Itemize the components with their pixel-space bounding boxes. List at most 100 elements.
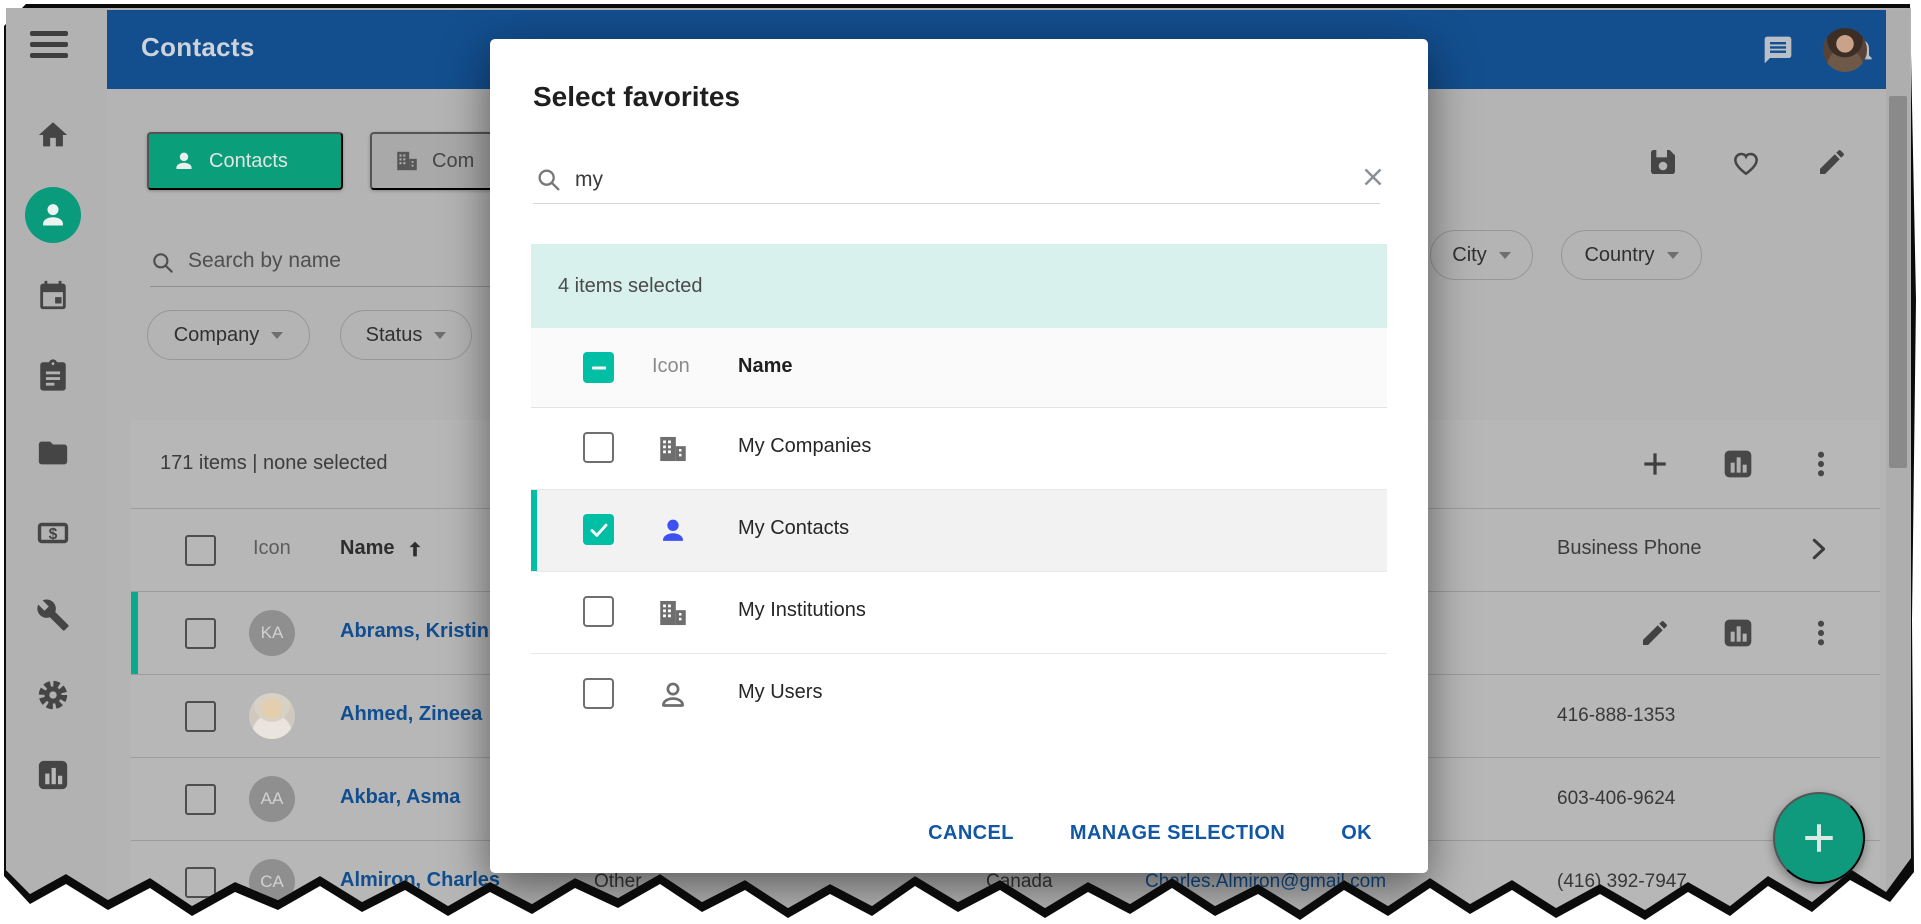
avatar: KA xyxy=(249,610,295,656)
edit-pencil-icon[interactable] xyxy=(1639,617,1671,649)
list-item-my-contacts[interactable]: My Contacts xyxy=(531,490,1387,572)
search-icon xyxy=(535,166,563,194)
column-chart-icon[interactable] xyxy=(1722,617,1754,649)
row-checkbox[interactable] xyxy=(185,784,216,815)
screenshot-page: $ Contacts xyxy=(0,0,1921,924)
add-icon[interactable] xyxy=(1639,448,1671,480)
svg-text:$: $ xyxy=(49,526,58,543)
edit-pencil-icon[interactable] xyxy=(1816,146,1848,178)
company-building-icon xyxy=(656,432,690,466)
row-checkbox[interactable] xyxy=(185,867,216,898)
chevron-right-icon[interactable] xyxy=(1803,534,1835,566)
item-label: My Institutions xyxy=(738,599,866,622)
chevron-down-icon xyxy=(271,332,283,339)
sort-ascending-arrow-icon xyxy=(404,538,426,560)
chevron-down-icon xyxy=(434,332,446,339)
clear-search-icon[interactable] xyxy=(1352,161,1382,191)
chip-label: Company xyxy=(174,324,260,347)
companies-toggle-label: Com xyxy=(432,150,474,173)
manage-selection-button[interactable]: MANAGE SELECTION xyxy=(1064,818,1291,849)
add-contact-fab[interactable] xyxy=(1773,792,1865,884)
cancel-button[interactable]: CANCEL xyxy=(922,818,1020,849)
column-header-name: Name xyxy=(738,355,792,378)
wrench-icon[interactable] xyxy=(36,598,70,632)
more-options-icon[interactable] xyxy=(1805,448,1837,480)
row-checkbox[interactable] xyxy=(185,618,216,649)
column-header-icon: Icon xyxy=(253,537,291,560)
chat-icon[interactable] xyxy=(1762,34,1794,66)
app-window: $ Contacts xyxy=(6,8,1911,920)
clipboard-icon[interactable] xyxy=(36,358,70,392)
contact-name-link[interactable]: Ahmed, Zineea xyxy=(340,703,482,726)
sidebar-item-contacts[interactable] xyxy=(25,187,81,243)
row-checkbox[interactable] xyxy=(185,701,216,732)
select-all-checkbox-indeterminate[interactable] xyxy=(583,352,614,383)
folder-icon[interactable] xyxy=(36,436,70,470)
chevron-down-icon xyxy=(1667,252,1679,259)
contact-name-link[interactable]: Abrams, Kristin xyxy=(340,620,489,643)
favorites-heart-icon[interactable] xyxy=(1730,146,1762,178)
column-header-name[interactable]: Name xyxy=(340,537,426,560)
selection-banner-text: 4 items selected xyxy=(558,275,703,298)
sidebar: $ xyxy=(6,8,107,920)
selection-banner: 4 items selected xyxy=(531,244,1387,328)
item-checkbox[interactable] xyxy=(583,596,614,627)
item-checkbox[interactable] xyxy=(583,678,614,709)
chip-label: Country xyxy=(1584,244,1654,267)
contact-name-link[interactable]: Akbar, Asma xyxy=(340,786,460,809)
indeterminate-dash-icon xyxy=(586,355,612,381)
reports-chart-icon[interactable] xyxy=(36,758,70,792)
filter-chip-city[interactable]: City xyxy=(1430,230,1533,280)
search-by-name-field[interactable] xyxy=(150,240,496,287)
dialog-search-input[interactable] xyxy=(573,167,1317,193)
filter-chip-company[interactable]: Company xyxy=(147,310,310,360)
ok-button[interactable]: OK xyxy=(1335,818,1378,849)
search-input[interactable] xyxy=(186,248,480,274)
contact-person-icon xyxy=(656,514,690,548)
contacts-toggle-label: Contacts xyxy=(209,150,288,173)
chip-label: City xyxy=(1452,244,1486,267)
more-options-icon[interactable] xyxy=(1805,617,1837,649)
favorites-list: Icon Name xyxy=(531,328,1387,735)
column-header-name-label: Name xyxy=(340,537,394,560)
billing-icon[interactable]: $ xyxy=(36,516,70,550)
person-icon xyxy=(171,148,197,174)
institution-building-icon xyxy=(656,596,690,630)
filter-chip-country[interactable]: Country xyxy=(1561,230,1702,280)
user-avatar[interactable] xyxy=(1823,28,1867,72)
item-label: My Companies xyxy=(738,435,871,458)
business-phone-value: (416) 392-7947 xyxy=(1557,871,1687,893)
item-checkbox-checked[interactable] xyxy=(583,514,614,545)
home-icon[interactable] xyxy=(36,118,70,152)
column-header-business-phone[interactable]: Business Phone xyxy=(1557,537,1702,560)
row-selected-indicator xyxy=(131,592,138,674)
list-item-my-users[interactable]: My Users xyxy=(531,654,1387,735)
column-header-phone-label: Business Phone xyxy=(1557,537,1702,560)
dialog-search-field[interactable] xyxy=(533,157,1380,204)
save-view-icon[interactable] xyxy=(1647,146,1679,178)
contacts-toggle-button[interactable]: Contacts xyxy=(147,132,343,190)
vertical-scrollbar[interactable] xyxy=(1886,10,1910,918)
hamburger-menu-icon[interactable] xyxy=(30,31,68,61)
avatar: AA xyxy=(249,776,295,822)
column-chart-icon[interactable] xyxy=(1722,448,1754,480)
calendar-icon[interactable] xyxy=(36,278,70,312)
filter-chip-status[interactable]: Status xyxy=(340,310,472,360)
list-item-my-companies[interactable]: My Companies xyxy=(531,408,1387,490)
select-favorites-dialog: Select favorites 4 items selected xyxy=(490,39,1428,873)
search-icon xyxy=(150,250,176,276)
settings-gear-icon[interactable] xyxy=(36,678,70,712)
item-label: My Contacts xyxy=(738,517,849,540)
favorites-header-row: Icon Name xyxy=(531,328,1387,408)
list-item-my-institutions[interactable]: My Institutions xyxy=(531,572,1387,654)
user-outline-icon xyxy=(656,678,690,712)
company-building-icon xyxy=(394,148,420,174)
chevron-down-icon xyxy=(1499,252,1511,259)
select-all-checkbox[interactable] xyxy=(185,535,216,566)
item-checkbox[interactable] xyxy=(583,432,614,463)
item-label: My Users xyxy=(738,681,822,704)
scrollbar-thumb[interactable] xyxy=(1889,96,1907,468)
contact-name-link[interactable]: Almiron, Charles xyxy=(340,869,500,892)
plus-icon xyxy=(1797,816,1841,860)
page-title: Contacts xyxy=(141,32,255,63)
